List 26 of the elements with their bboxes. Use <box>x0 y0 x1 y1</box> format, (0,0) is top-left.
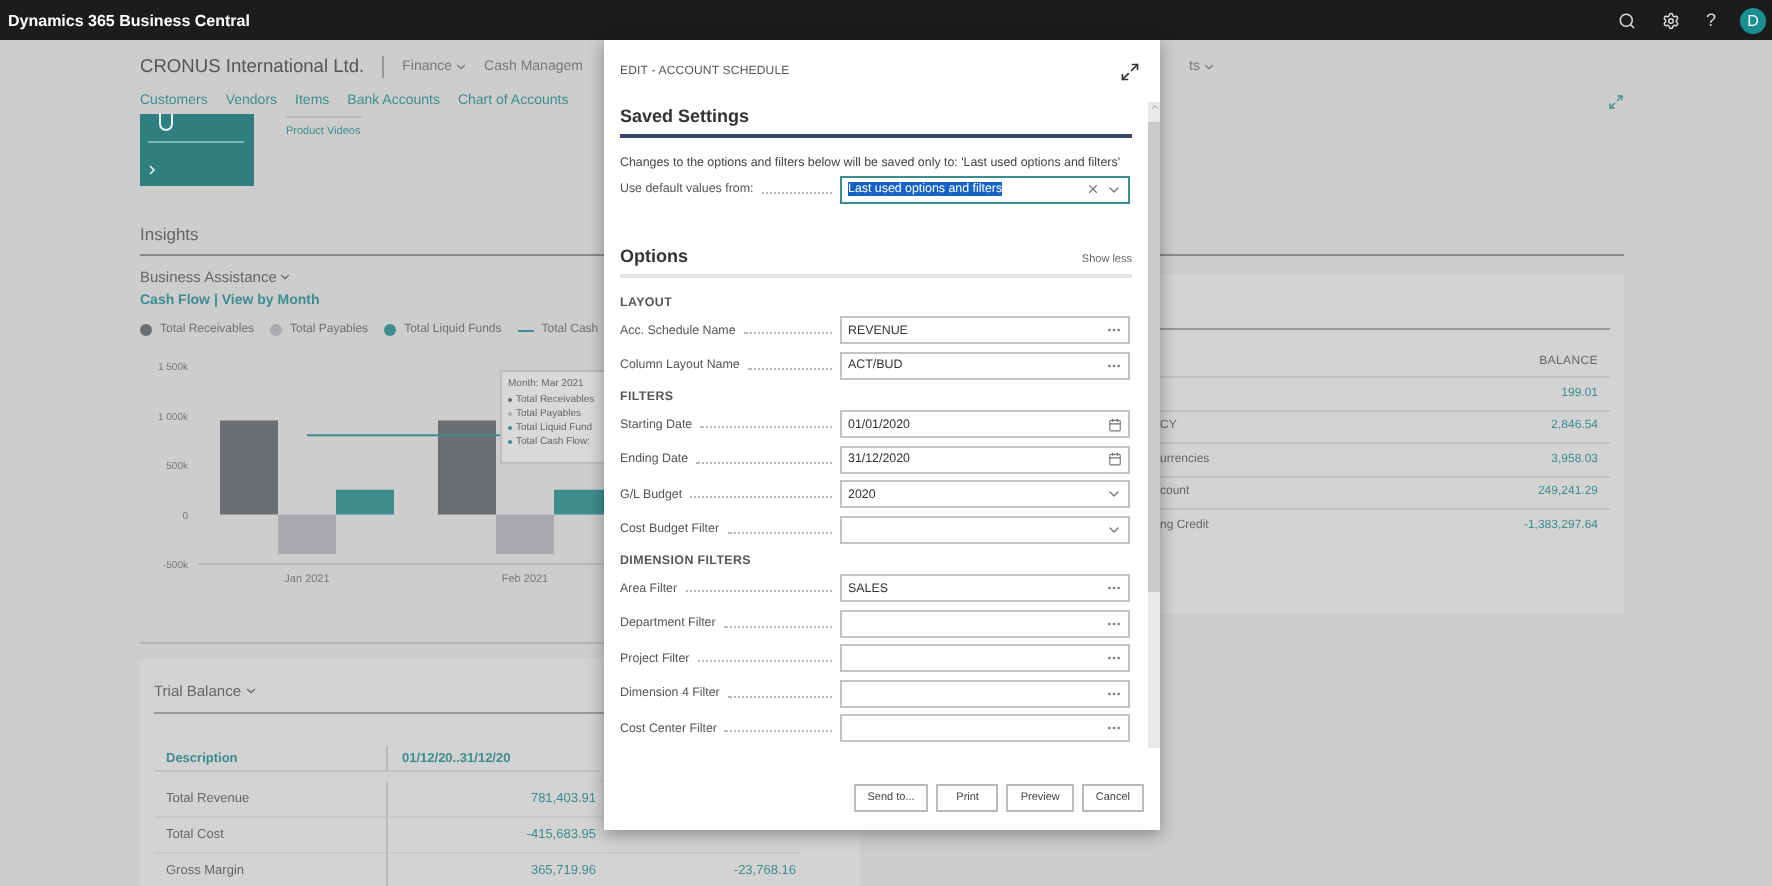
input-field[interactable] <box>840 644 1130 673</box>
legend-line <box>517 329 534 331</box>
input-field[interactable] <box>840 609 1130 638</box>
search-icon[interactable] <box>1617 11 1636 29</box>
chevron-down-icon <box>278 270 293 284</box>
video-tile[interactable] <box>140 114 254 186</box>
chevron-down-icon <box>243 684 257 698</box>
input-field[interactable] <box>840 515 1130 544</box>
legend-dot <box>384 324 397 336</box>
calendar-icon[interactable] <box>1108 452 1122 467</box>
legend-dot <box>270 324 283 336</box>
settings-icon[interactable] <box>1661 11 1680 29</box>
section-heading: Options <box>620 245 688 265</box>
input-field[interactable] <box>840 714 1130 743</box>
input-field[interactable] <box>840 679 1130 708</box>
expand-icon[interactable] <box>1120 62 1140 82</box>
scrollbar[interactable] <box>1148 102 1160 748</box>
section-title: Insights <box>140 224 201 244</box>
legend-dot <box>140 324 152 336</box>
avatar[interactable]: D <box>1740 7 1766 33</box>
app-title: Dynamics 365 Business Central <box>8 11 252 29</box>
help-button[interactable]: ? <box>1705 10 1716 30</box>
company-name: CRONUS International Ltd. <box>140 56 365 76</box>
close-icon[interactable] <box>1086 182 1100 197</box>
calendar-icon[interactable] <box>1108 417 1122 432</box>
section-heading: Saved Settings <box>620 106 750 126</box>
